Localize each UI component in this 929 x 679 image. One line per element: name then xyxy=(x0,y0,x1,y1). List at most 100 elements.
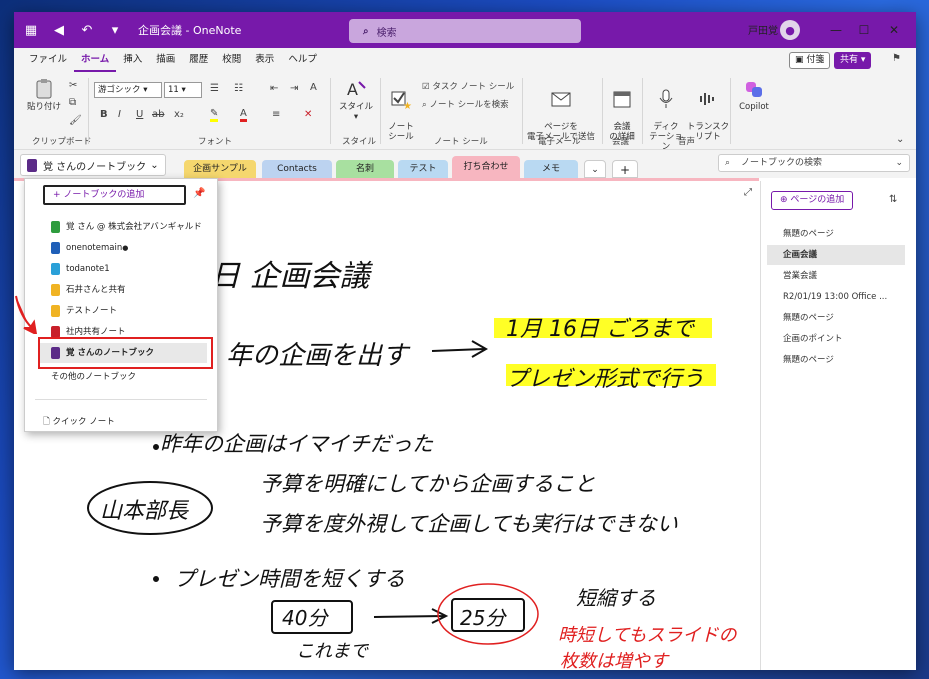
quick-access-dropdown-icon[interactable]: ▾ xyxy=(104,19,126,41)
group-clipboard-label: クリップボード xyxy=(32,137,92,147)
sort-icon[interactable]: ⇅ xyxy=(889,194,897,205)
avatar[interactable]: ● xyxy=(780,20,800,40)
note-tag-label: ノート シール xyxy=(388,122,414,142)
strikethrough-icon[interactable]: ab xyxy=(152,109,164,120)
copilot-label: Copilot xyxy=(739,102,769,112)
highlighter-icon[interactable]: ✎ xyxy=(210,108,219,122)
add-notebook-button[interactable]: + ノートブックの追加 xyxy=(43,185,186,205)
underline-icon[interactable]: U xyxy=(136,109,143,120)
section-tab[interactable]: メモ xyxy=(524,160,578,178)
italic-icon[interactable]: I xyxy=(118,109,121,120)
style-button[interactable]: A スタイル ▾ xyxy=(336,78,376,122)
menu-item[interactable]: ホーム xyxy=(74,48,117,72)
expand-icon[interactable]: ⤢ xyxy=(744,187,752,198)
page-item[interactable]: 営業会議 xyxy=(767,266,905,286)
page-item[interactable]: 企画のポイント xyxy=(767,329,905,349)
paste-button[interactable]: 貼り付け xyxy=(24,78,64,112)
ink-line2: 昨年の企画はイマイチだった xyxy=(160,432,434,456)
bullet-dot-1 xyxy=(153,444,159,450)
more-sections-icon[interactable]: ⌄ xyxy=(584,160,606,178)
group-meeting-label: 会議 xyxy=(612,137,630,147)
back-icon[interactable]: ◀ xyxy=(48,19,70,41)
notebook-item[interactable]: todanote1 xyxy=(39,259,207,279)
section-tab[interactable]: 名刺 xyxy=(336,160,394,178)
search-placeholder: 検索 xyxy=(376,27,397,39)
menu-item[interactable]: ヘルプ xyxy=(281,48,324,72)
page-item[interactable]: 無題のページ xyxy=(767,308,905,328)
align-icon[interactable]: ≡ xyxy=(272,109,280,120)
window-title: 企画会議 - OneNote xyxy=(138,24,242,37)
menu-item[interactable]: 描画 xyxy=(149,48,182,72)
font-color-icon[interactable]: A xyxy=(240,108,247,122)
ink-title: 日 企画会議 xyxy=(210,259,374,294)
notebook-selector[interactable]: 覚 さんのノートブック ⌄ xyxy=(20,154,166,176)
cut-icon[interactable]: ✂ xyxy=(69,80,77,91)
task-tag-label: タスク ノート シール xyxy=(432,82,515,92)
close-icon[interactable]: ✕ xyxy=(884,20,904,40)
decrease-indent-icon[interactable]: ⇤ xyxy=(270,83,278,94)
feedback-icon[interactable]: ⚑ xyxy=(892,53,901,64)
bullet-list-icon[interactable]: ☰ xyxy=(210,83,219,94)
subscript-icon[interactable]: x₂ xyxy=(174,109,184,120)
menu-item[interactable]: ファイル xyxy=(22,48,74,72)
add-page-button[interactable]: ⊕ ページの追加 xyxy=(771,191,854,210)
undo-icon[interactable]: ↶ xyxy=(76,19,98,41)
maximize-icon[interactable]: ☐ xyxy=(854,20,874,40)
search-box[interactable]: ⌕ 検索 xyxy=(349,19,581,43)
style-label: スタイル xyxy=(338,102,373,112)
add-page-icon: ⊕ xyxy=(780,195,791,205)
meeting-details-button[interactable]: 会議 の詳細 xyxy=(606,78,638,142)
delete-format-icon[interactable]: ✕ xyxy=(304,109,312,120)
ink-line3: 予算を明確にしてから企画すること xyxy=(260,472,595,496)
numbered-list-icon[interactable]: ☷ xyxy=(234,83,243,94)
font-name-select[interactable]: 游ゴシック ▾ xyxy=(94,82,162,98)
copy-icon[interactable]: ⧉ xyxy=(69,97,76,108)
quick-notes-button[interactable]: 🗋 クイック ノート xyxy=(43,415,115,430)
page-item[interactable]: R2/01/19 13:00 Office ... xyxy=(767,287,905,307)
page-item[interactable]: 無題のページ xyxy=(767,224,905,244)
notebook-item-label: onenotemain xyxy=(66,243,123,253)
notebook-item[interactable]: 石井さんと共有 xyxy=(39,280,207,300)
menu-item[interactable]: 校閲 xyxy=(215,48,248,72)
clear-format-icon[interactable]: A xyxy=(310,82,317,93)
pin-icon[interactable]: 📌 xyxy=(193,188,205,199)
notebook-item[interactable]: テストノート xyxy=(39,301,207,321)
arrow-1 xyxy=(431,340,489,358)
notebook-item[interactable]: onenotemain ● xyxy=(39,238,207,258)
search-icon: ⌕ xyxy=(725,158,731,168)
font-size-select[interactable]: 11 ▾ xyxy=(164,82,202,98)
notebook-icon xyxy=(27,158,37,172)
notebook-item[interactable]: 覚 さん @ 株式会社アバンギャルド xyxy=(39,217,207,237)
page-item[interactable]: 無題のページ xyxy=(767,350,905,370)
minimize-icon[interactable]: — xyxy=(826,20,846,40)
menu-item[interactable]: 挿入 xyxy=(116,48,149,72)
task-tag-button[interactable]: ☑ タスク ノート シール xyxy=(422,80,514,92)
add-page-label: ページの追加 xyxy=(790,195,845,205)
note-tag-button[interactable]: ★ ノート シール xyxy=(384,78,418,142)
group-tags-label: ノート シール xyxy=(434,137,488,147)
collapse-ribbon-icon[interactable]: ⌄ xyxy=(896,134,904,145)
copilot-button[interactable]: Copilot xyxy=(732,78,776,112)
notebook-search-input[interactable]: ⌕ ノートブックの検索 ⌄ xyxy=(718,154,910,172)
share-button[interactable]: 共有 ▾ xyxy=(834,52,872,69)
bold-icon[interactable]: B xyxy=(100,109,108,120)
page-item[interactable]: 企画会議 xyxy=(767,245,905,265)
section-tab[interactable]: 打ち合わせ xyxy=(452,156,520,178)
email-page-button[interactable]: ページを 電子メールで送信 xyxy=(526,78,596,142)
transcribe-button[interactable]: トランスク リプト xyxy=(686,78,730,142)
sticky-notes-button[interactable]: ▣ 付箋 xyxy=(789,52,831,69)
paste-label: 貼り付け xyxy=(26,102,61,112)
other-notebooks-link[interactable]: その他のノートブック xyxy=(51,370,136,382)
increase-indent-icon[interactable]: ⇥ xyxy=(290,83,298,94)
ink-red-note2: 枚数は増やす xyxy=(560,651,670,670)
format-painter-icon[interactable]: 🖌 xyxy=(69,115,82,126)
menu-item[interactable]: 表示 xyxy=(248,48,281,72)
menu-item[interactable]: 履歴 xyxy=(182,48,215,72)
sticky-icon: ▣ xyxy=(795,55,807,65)
section-tab[interactable]: テスト xyxy=(398,160,448,178)
section-tab[interactable]: Contacts xyxy=(262,160,332,178)
notebook-item-label: 覚 さん @ 株式会社アバンギャルド xyxy=(66,222,202,232)
add-section-icon[interactable]: + xyxy=(612,160,638,178)
section-tab[interactable]: 企画サンプル xyxy=(184,160,256,178)
find-tags-button[interactable]: ⌕ ノート シールを検索 xyxy=(422,98,509,110)
